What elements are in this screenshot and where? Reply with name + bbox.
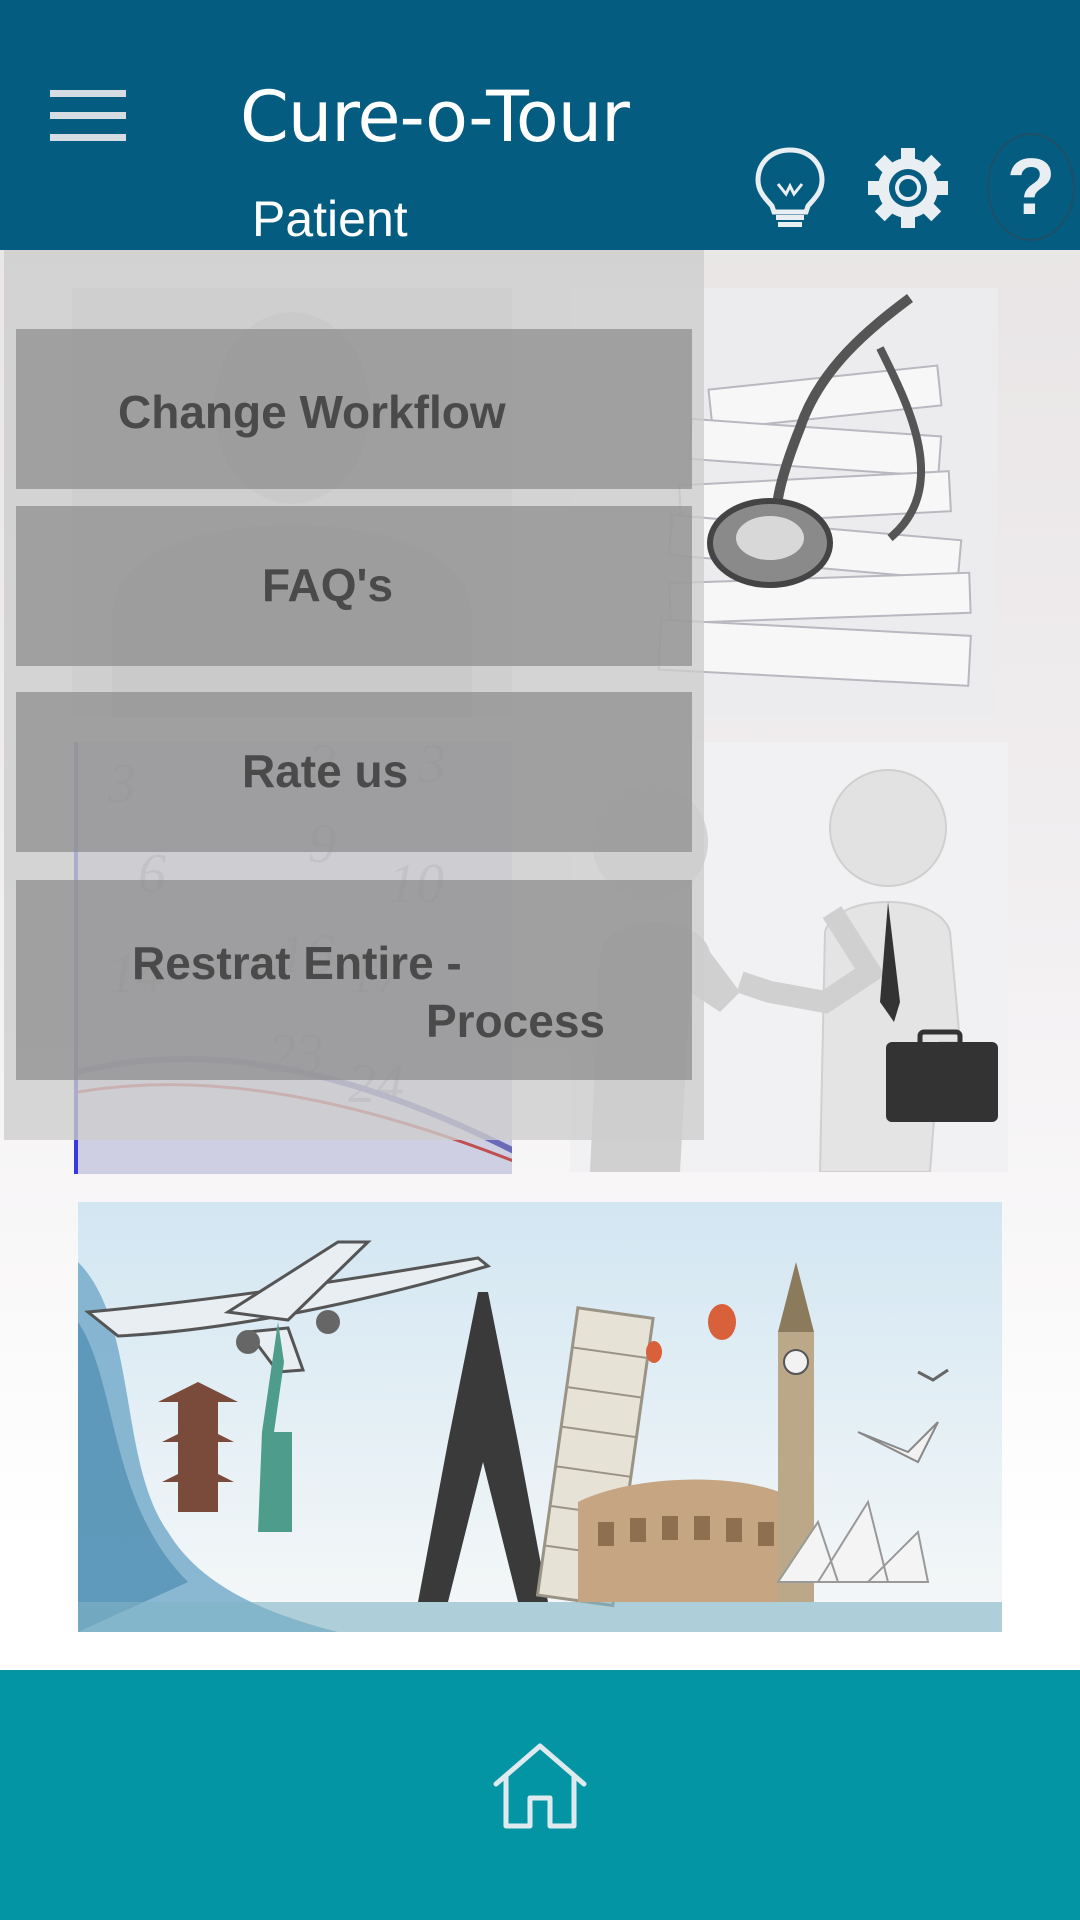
bottom-nav-bar [0, 1670, 1080, 1920]
svg-text:?: ? [1007, 142, 1056, 231]
menu-item-label-line2: Process [426, 995, 606, 1047]
menu-item-faqs[interactable]: FAQ's [16, 506, 692, 666]
menu-item-label: FAQ's [262, 559, 394, 611]
menu-icon[interactable] [50, 90, 126, 142]
help-icon[interactable]: ? [986, 132, 1076, 242]
lightbulb-icon[interactable] [752, 146, 828, 232]
menu-item-rate-us[interactable]: Rate us [16, 692, 692, 852]
menu-item-restart-process[interactable]: Restrat Entire - Process [16, 880, 692, 1080]
menu-item-change-workflow[interactable]: Change Workflow [16, 329, 692, 489]
menu-item-label: Change Workflow [118, 386, 506, 438]
app-subtitle: Patient [252, 191, 408, 247]
gear-icon[interactable] [868, 146, 948, 230]
app-header: Cure-o-Tour Patient ? [0, 0, 1080, 250]
app-title: Cure-o-Tour [240, 76, 630, 158]
menu-item-label-line1: Restrat Entire - [132, 937, 462, 989]
travel-landmarks-image[interactable] [78, 1202, 1002, 1632]
home-icon[interactable] [490, 1740, 590, 1837]
menu-item-label: Rate us [242, 745, 409, 797]
